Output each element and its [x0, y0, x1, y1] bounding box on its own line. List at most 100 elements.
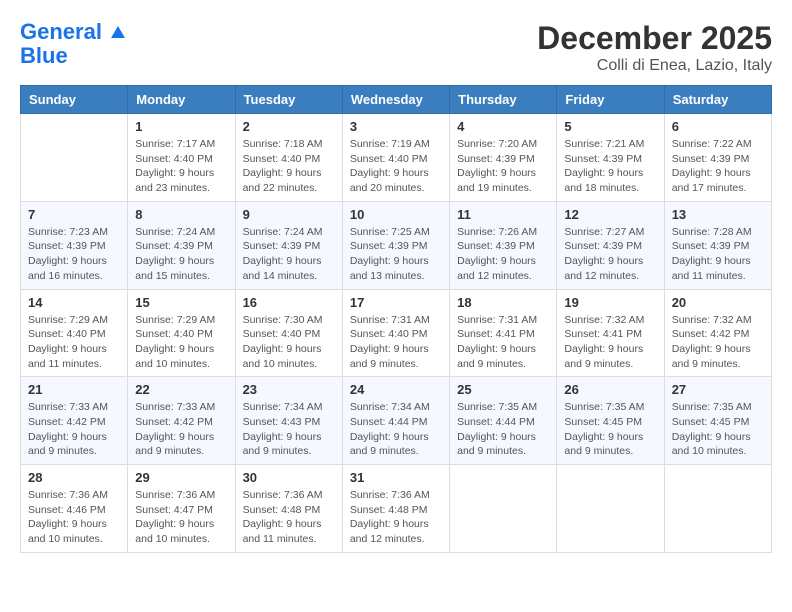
day-of-week-header: Sunday [21, 86, 128, 114]
calendar-cell: 20 Sunrise: 7:32 AM Sunset: 4:42 PM Dayli… [664, 289, 771, 377]
day-number: 25 [457, 382, 549, 397]
calendar-cell: 27Sunrise: 7:35 AM Sunset: 4:45 PM Dayli… [664, 377, 771, 465]
calendar-cell: 30 Sunrise: 7:36 AM Sunset: 4:48 PM Dayli… [235, 465, 342, 553]
calendar-cell: 23 Sunrise: 7:34 AM Sunset: 4:43 PM Dayli… [235, 377, 342, 465]
calendar-cell: 22 Sunrise: 7:33 AM Sunset: 4:42 PM Dayli… [128, 377, 235, 465]
day-number: 12 [564, 207, 656, 222]
day-info: Sunrise: 7:20 AM Sunset: 4:39 PM Dayligh… [457, 137, 549, 196]
day-info: Sunrise: 7:36 AM Sunset: 4:48 PM Dayligh… [350, 488, 442, 547]
calendar-cell [557, 465, 664, 553]
day-number: 28 [28, 470, 120, 485]
calendar-cell: 9 Sunrise: 7:24 AM Sunset: 4:39 PM Daylig… [235, 201, 342, 289]
calendar-week-row: 1 Sunrise: 7:17 AM Sunset: 4:40 PM Daylig… [21, 114, 772, 202]
day-info: Sunrise: 7:33 AM Sunset: 4:42 PM Dayligh… [28, 400, 120, 459]
calendar-cell: 18 Sunrise: 7:31 AM Sunset: 4:41 PM Dayli… [450, 289, 557, 377]
day-info: Sunrise: 7:22 AM Sunset: 4:39 PM Dayligh… [672, 137, 764, 196]
day-number: 15 [135, 295, 227, 310]
day-info: Sunrise: 7:24 AM Sunset: 4:39 PM Dayligh… [135, 225, 227, 284]
day-number: 11 [457, 207, 549, 222]
day-info: Sunrise: 7:31 AM Sunset: 4:40 PM Dayligh… [350, 313, 442, 372]
day-number: 23 [243, 382, 335, 397]
day-number: 10 [350, 207, 442, 222]
day-number: 29 [135, 470, 227, 485]
day-number: 24 [350, 382, 442, 397]
day-of-week-header: Wednesday [342, 86, 449, 114]
day-info: Sunrise: 7:35 AM Sunset: 4:45 PM Dayligh… [564, 400, 656, 459]
day-number: 18 [457, 295, 549, 310]
day-of-week-header: Thursday [450, 86, 557, 114]
day-info: Sunrise: 7:32 AM Sunset: 4:41 PM Dayligh… [564, 313, 656, 372]
logo-text: General [20, 20, 128, 44]
day-number: 4 [457, 119, 549, 134]
calendar-cell: 21 Sunrise: 7:33 AM Sunset: 4:42 PM Dayli… [21, 377, 128, 465]
calendar-cell [21, 114, 128, 202]
day-info: Sunrise: 7:23 AM Sunset: 4:39 PM Dayligh… [28, 225, 120, 284]
day-info: Sunrise: 7:25 AM Sunset: 4:39 PM Dayligh… [350, 225, 442, 284]
day-number: 9 [243, 207, 335, 222]
location-subtitle: Colli di Enea, Lazio, Italy [537, 57, 772, 75]
calendar-cell: 13Sunrise: 7:28 AM Sunset: 4:39 PM Dayli… [664, 201, 771, 289]
day-number: 30 [243, 470, 335, 485]
day-number: 7 [28, 207, 120, 222]
day-number: 5 [564, 119, 656, 134]
day-info: Sunrise: 7:19 AM Sunset: 4:40 PM Dayligh… [350, 137, 442, 196]
day-number: 22 [135, 382, 227, 397]
day-of-week-header: Saturday [664, 86, 771, 114]
calendar-cell: 26Sunrise: 7:35 AM Sunset: 4:45 PM Dayli… [557, 377, 664, 465]
day-number: 20 [672, 295, 764, 310]
day-number: 27 [672, 382, 764, 397]
calendar-cell: 14 Sunrise: 7:29 AM Sunset: 4:40 PM Dayli… [21, 289, 128, 377]
day-info: Sunrise: 7:31 AM Sunset: 4:41 PM Dayligh… [457, 313, 549, 372]
day-number: 2 [243, 119, 335, 134]
calendar-cell: 24 Sunrise: 7:34 AM Sunset: 4:44 PM Dayli… [342, 377, 449, 465]
day-info: Sunrise: 7:24 AM Sunset: 4:39 PM Dayligh… [243, 225, 335, 284]
day-number: 19 [564, 295, 656, 310]
calendar-cell: 3 Sunrise: 7:19 AM Sunset: 4:40 PM Daylig… [342, 114, 449, 202]
day-number: 17 [350, 295, 442, 310]
day-info: Sunrise: 7:34 AM Sunset: 4:43 PM Dayligh… [243, 400, 335, 459]
day-of-week-header: Tuesday [235, 86, 342, 114]
day-number: 31 [350, 470, 442, 485]
day-info: Sunrise: 7:17 AM Sunset: 4:40 PM Dayligh… [135, 137, 227, 196]
day-number: 8 [135, 207, 227, 222]
day-info: Sunrise: 7:36 AM Sunset: 4:48 PM Dayligh… [243, 488, 335, 547]
day-number: 21 [28, 382, 120, 397]
day-info: Sunrise: 7:21 AM Sunset: 4:39 PM Dayligh… [564, 137, 656, 196]
calendar-table: SundayMondayTuesdayWednesdayThursdayFrid… [20, 85, 772, 553]
day-info: Sunrise: 7:30 AM Sunset: 4:40 PM Dayligh… [243, 313, 335, 372]
day-number: 3 [350, 119, 442, 134]
calendar-cell: 6 Sunrise: 7:22 AM Sunset: 4:39 PM Daylig… [664, 114, 771, 202]
day-of-week-header: Friday [557, 86, 664, 114]
logo-icon [109, 24, 127, 42]
day-info: Sunrise: 7:36 AM Sunset: 4:47 PM Dayligh… [135, 488, 227, 547]
day-info: Sunrise: 7:33 AM Sunset: 4:42 PM Dayligh… [135, 400, 227, 459]
logo: General Blue [20, 20, 128, 68]
logo-blue: Blue [20, 44, 128, 68]
day-of-week-header: Monday [128, 86, 235, 114]
calendar-cell: 31 Sunrise: 7:36 AM Sunset: 4:48 PM Dayli… [342, 465, 449, 553]
calendar-cell [450, 465, 557, 553]
day-info: Sunrise: 7:26 AM Sunset: 4:39 PM Dayligh… [457, 225, 549, 284]
calendar-cell: 29 Sunrise: 7:36 AM Sunset: 4:47 PM Dayli… [128, 465, 235, 553]
day-number: 6 [672, 119, 764, 134]
calendar-week-row: 7 Sunrise: 7:23 AM Sunset: 4:39 PM Daylig… [21, 201, 772, 289]
day-info: Sunrise: 7:29 AM Sunset: 4:40 PM Dayligh… [28, 313, 120, 372]
day-info: Sunrise: 7:36 AM Sunset: 4:46 PM Dayligh… [28, 488, 120, 547]
calendar-cell: 19 Sunrise: 7:32 AM Sunset: 4:41 PM Dayli… [557, 289, 664, 377]
calendar-week-row: 28 Sunrise: 7:36 AM Sunset: 4:46 PM Dayli… [21, 465, 772, 553]
calendar-cell: 15Sunrise: 7:29 AM Sunset: 4:40 PM Dayli… [128, 289, 235, 377]
day-number: 1 [135, 119, 227, 134]
calendar-cell: 10 Sunrise: 7:25 AM Sunset: 4:39 PM Dayli… [342, 201, 449, 289]
calendar-week-row: 14 Sunrise: 7:29 AM Sunset: 4:40 PM Dayli… [21, 289, 772, 377]
calendar-cell: 1 Sunrise: 7:17 AM Sunset: 4:40 PM Daylig… [128, 114, 235, 202]
calendar-cell: 28 Sunrise: 7:36 AM Sunset: 4:46 PM Dayli… [21, 465, 128, 553]
calendar-cell: 4 Sunrise: 7:20 AM Sunset: 4:39 PM Daylig… [450, 114, 557, 202]
title-area: December 2025 Colli di Enea, Lazio, Ital… [537, 20, 772, 75]
calendar-cell: 12Sunrise: 7:27 AM Sunset: 4:39 PM Dayli… [557, 201, 664, 289]
day-info: Sunrise: 7:32 AM Sunset: 4:42 PM Dayligh… [672, 313, 764, 372]
calendar-header-row: SundayMondayTuesdayWednesdayThursdayFrid… [21, 86, 772, 114]
day-number: 16 [243, 295, 335, 310]
calendar-cell: 2Sunrise: 7:18 AM Sunset: 4:40 PM Daylig… [235, 114, 342, 202]
day-number: 14 [28, 295, 120, 310]
day-info: Sunrise: 7:34 AM Sunset: 4:44 PM Dayligh… [350, 400, 442, 459]
